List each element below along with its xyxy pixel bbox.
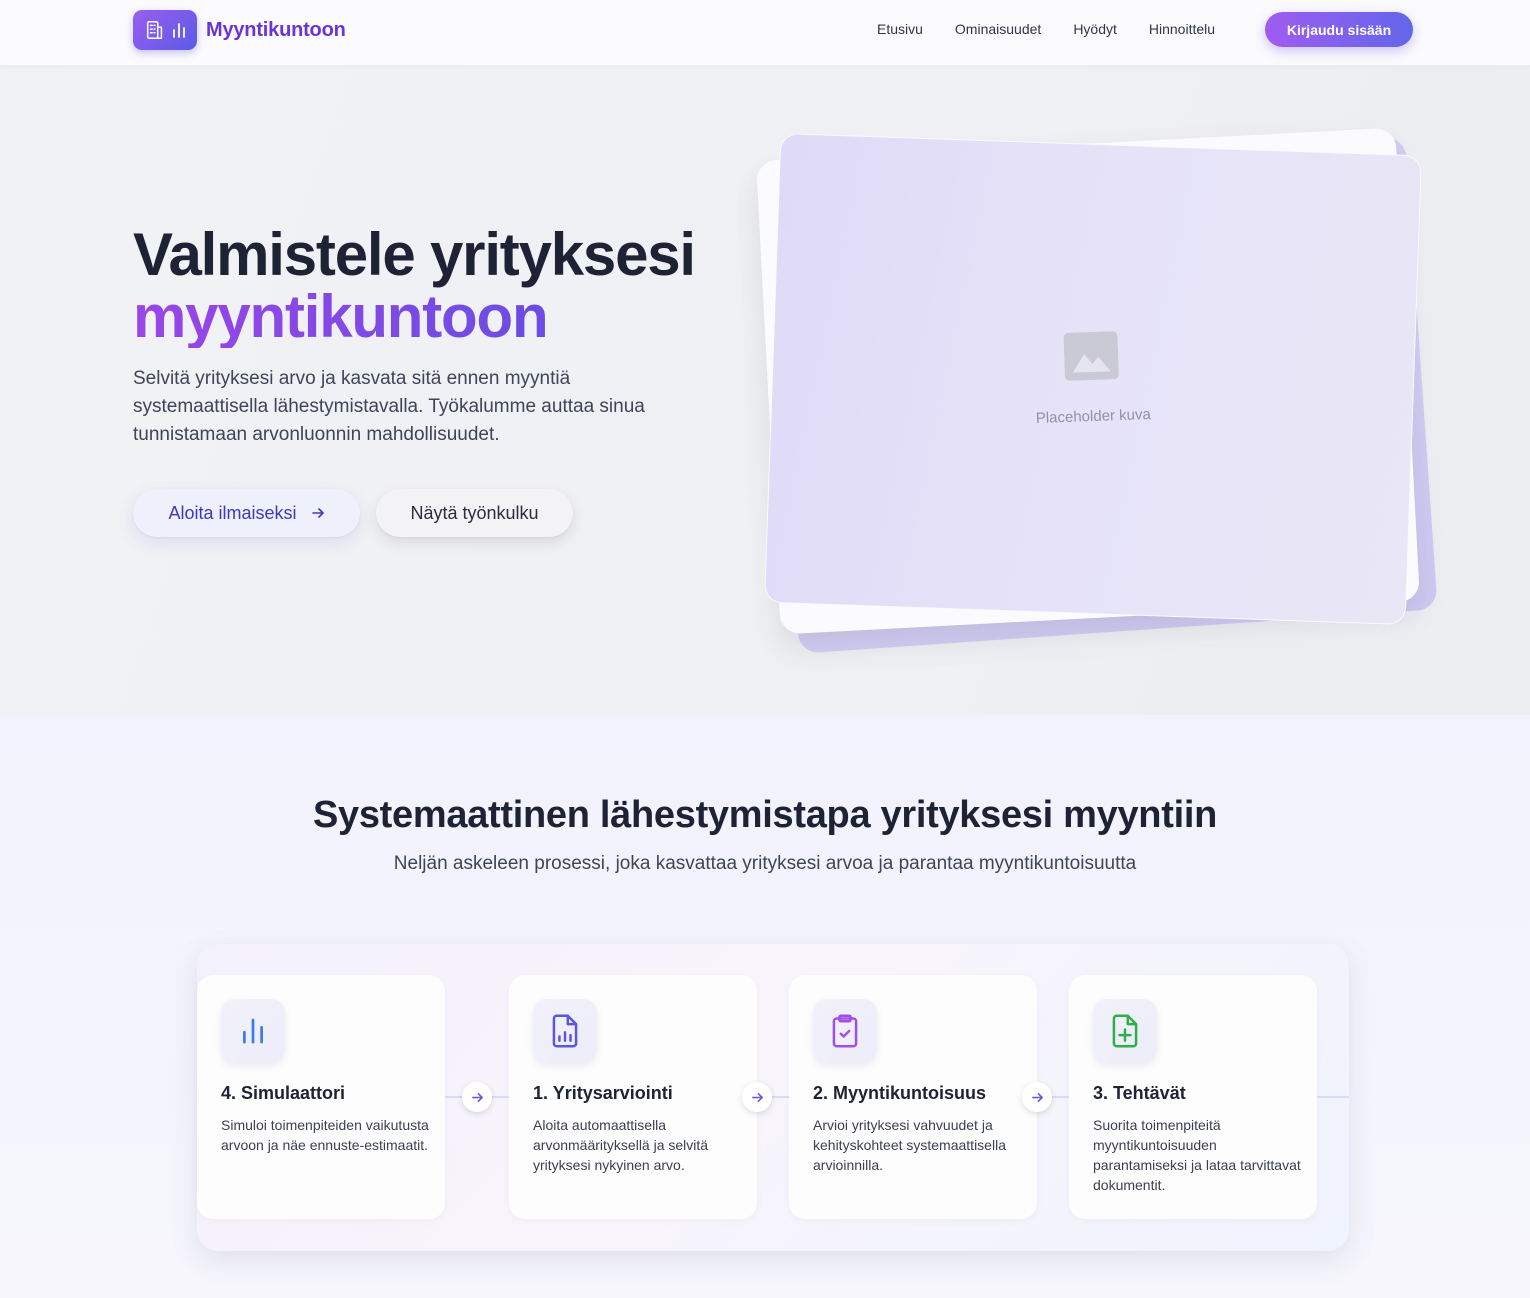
step-title: 1. Yritysarviointi [533,1083,673,1103]
step-description: Aloita automaattisella arvonmäärityksell… [533,1117,709,1173]
building-chart-logo-icon [133,10,197,50]
step-card-tehtavat[interactable]: 3. Tehtävät Suorita toimenpiteitä myynti… [1069,975,1317,1219]
arrow-right-icon [311,508,324,518]
nav-link-hyodyt[interactable]: Hyödyt [1073,21,1117,37]
process-section: Systemaattinen lähestymistapa yrityksesi… [0,715,1530,1298]
placeholder-content: Placeholder kuva [1020,330,1163,428]
step-title: 4. Simulaattori [221,1083,346,1103]
nav-link-hinnoittelu[interactable]: Hinnoittelu [1149,21,1215,37]
step-arrow-1 [462,1082,492,1112]
bar-chart-icon [221,999,285,1063]
start-free-button[interactable]: Aloita ilmaiseksi [133,489,360,537]
main-nav: Etusivu Ominaisuudet Hyödyt Hinnoittelu [877,21,1215,37]
clipboard-check-icon [813,999,877,1063]
document-plus-icon [1093,999,1157,1063]
start-free-label: Aloita ilmaiseksi [168,502,297,523]
step-card-yritysarviointi[interactable]: 1. Yritysarviointi Aloita automaattisell… [509,975,757,1219]
arrow-right-icon [471,1092,483,1102]
document-chart-icon [533,999,597,1063]
arrow-right-icon [1031,1092,1043,1102]
step-arrow-3 [1022,1082,1052,1112]
step-description: Suorita toimenpiteitä myyntikuntoisuuden… [1093,1117,1301,1193]
arrow-right-icon [751,1092,763,1102]
top-navbar: Myyntikuntoon Etusivu Ominaisuudet Hyödy… [0,0,1530,66]
step-title: 2. Myyntikuntoisuus [813,1083,987,1103]
brand-logo-link[interactable]: Myyntikuntoon [133,10,346,50]
hero-title: Valmistele yrityksesi myyntikuntoon [133,221,696,348]
brand-name: Myyntikuntoon [206,18,346,41]
process-subtitle: Neljän askeleen prosessi, joka kasvattaa… [393,853,1137,874]
nav-link-etusivu[interactable]: Etusivu [877,21,923,37]
hero-title-highlight: myyntikuntoon [133,286,695,348]
step-description: Simuloi toimenpiteiden vaikutusta arvoon… [221,1117,429,1153]
step-description: Arvioi yrityksesi vahvuudet ja kehitysko… [813,1117,1006,1173]
hero-description: Selvitä yrityksesi arvo ja kasvata sitä … [133,368,645,445]
step-card-simulaattori[interactable]: 4. Simulaattori Simuloi toimenpiteiden v… [197,975,445,1219]
step-arrow-2 [742,1082,772,1112]
process-title: Systemaattinen lähestymistapa yrityksesi… [312,794,1218,836]
login-button[interactable]: Kirjaudu sisään [1265,12,1413,47]
show-workflow-button[interactable]: Näytä työnkulku [376,489,573,537]
hero-title-line1: Valmistele yrityksesi [133,221,696,288]
image-icon [1063,331,1119,381]
nav-link-ominaisuudet[interactable]: Ominaisuudet [955,21,1041,37]
steps-panel: 1. Yritysarviointi Aloita automaattisell… [197,944,1349,1251]
hero-section: Valmistele yrityksesi myyntikuntoon Selv… [0,66,1530,715]
step-card-myyntikuntoisuus[interactable]: 2. Myyntikuntoisuus Arvioi yrityksesi va… [789,975,1037,1219]
step-title: 3. Tehtävät [1093,1083,1186,1103]
